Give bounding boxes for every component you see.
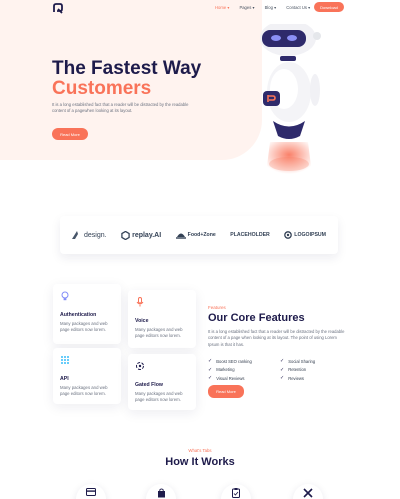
feature-item: ✓ Reviews (280, 375, 305, 382)
hero-description: It is a long established fact that a rea… (52, 102, 189, 114)
brand-placeholder: PLACEHOLDER (230, 232, 270, 238)
check-icon: ✓ (208, 358, 213, 364)
step-clipboard-icon (221, 484, 251, 499)
robot-illustration (260, 24, 321, 174)
microphone-icon (136, 297, 144, 307)
card-description: Many packages and web page editors now l… (135, 327, 183, 338)
how-it-works-title: How It Works (165, 456, 235, 468)
hero-title: The Fastest Way (52, 58, 202, 79)
lightbulb-icon (61, 291, 69, 301)
brand-foodzone: Food+Zone (175, 231, 216, 239)
logoipsum-icon (284, 231, 293, 239)
food-dome-icon (175, 233, 186, 239)
hero-title-highlight: Customers (52, 78, 152, 99)
logo[interactable] (52, 3, 64, 14)
nav-link-home[interactable]: Home ▾ (215, 5, 229, 10)
card-title: Authentication (60, 312, 97, 318)
how-it-works-steps (0, 484, 400, 499)
step-card-icon (76, 484, 106, 499)
nav-link-pages[interactable]: Pages ▾ (239, 5, 254, 10)
check-icon: ✓ (280, 366, 285, 373)
service-card-api[interactable]: API Many packages and web page editors n… (53, 348, 121, 404)
credit-card-icon (86, 488, 96, 496)
features-title: Our Core Features (208, 312, 305, 324)
card-description: Many packages and web page editors now l… (60, 385, 108, 396)
clipboard-check-icon (232, 488, 240, 498)
shopping-bag-icon (157, 488, 165, 498)
features-list-right: ✓ Social Sharing ✓ Retention ✓ Reviews (280, 358, 315, 381)
feature-item: ✓ Retention (280, 366, 307, 373)
hexagon-icon (121, 230, 130, 240)
card-description: Many packages and web page editors now l… (135, 391, 183, 402)
feature-item: ✓ Boost SEO ranking (208, 358, 252, 364)
hero-read-more-button[interactable]: Read More (52, 128, 88, 140)
features-eyebrow: Features (208, 305, 226, 310)
design-mark-icon (72, 231, 78, 239)
top-navigation: Home ▾ Pages ▾ Blog ▾ Contact Us ▾ Downl… (0, 0, 400, 16)
check-icon: ✓ (280, 375, 285, 382)
features-description: It is a long established fact that a rea… (208, 329, 345, 347)
service-card-voice[interactable]: Voice Many packages and web page editors… (128, 290, 196, 348)
brand-logos: design. replay.AI Food+Zone PLACEHOLDER … (60, 216, 338, 254)
step-tools-icon (293, 484, 323, 499)
feature-item: ✓ Visual Reviews (208, 375, 245, 382)
nav-link-blog[interactable]: Blog ▾ (265, 5, 277, 10)
feature-item: ✓ Social Sharing (280, 358, 316, 364)
brand-replay: replay.AI (121, 230, 161, 240)
brand-design: design. (72, 231, 107, 239)
card-title: API (60, 376, 69, 382)
nav-link-contact[interactable]: Contact Us ▾ (286, 5, 310, 10)
check-icon: ✓ (280, 358, 285, 364)
brand-logoipsum: LOGOIPSUM (284, 231, 326, 239)
check-icon: ✓ (208, 375, 213, 382)
service-card-gated-flow[interactable]: Gated Flow Many packages and web page ed… (128, 354, 196, 410)
step-bag-icon (146, 484, 176, 499)
flow-icon (136, 362, 144, 370)
card-description: Many packages and web page editors now l… (60, 321, 108, 332)
tools-icon (303, 488, 313, 498)
how-it-works-eyebrow: What's Tabs (188, 448, 212, 453)
features-list-left: ✓ Boost SEO ranking ✓ Marketing ✓ Visual Re… (208, 358, 252, 381)
card-title: Gated Flow (135, 382, 163, 388)
features-read-more-button[interactable]: Read More (208, 385, 244, 398)
card-title: Voice (135, 318, 149, 324)
service-card-authentication[interactable]: Authentication Many packages and web pag… (53, 284, 121, 344)
check-icon: ✓ (208, 366, 213, 373)
download-button[interactable]: Download (314, 2, 344, 12)
grid-dots-icon (61, 356, 69, 364)
nav-links: Home ▾ Pages ▾ Blog ▾ Contact Us ▾ (215, 5, 310, 10)
feature-item: ✓ Marketing (208, 366, 235, 373)
